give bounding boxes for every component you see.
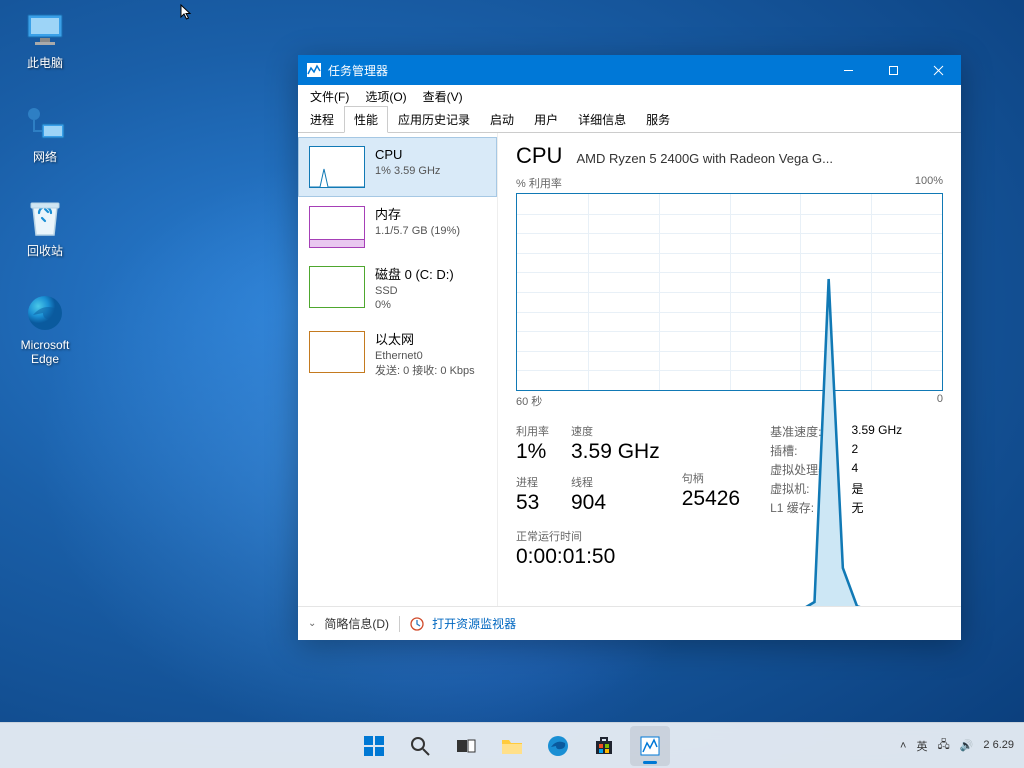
cpu-model: AMD Ryzen 5 2400G with Radeon Vega G... <box>576 151 943 166</box>
desktop-icon-recycle-bin[interactable]: 回收站 <box>8 198 82 258</box>
ethernet-thumb-icon <box>309 331 365 373</box>
separator <box>399 616 400 632</box>
sidebar: CPU 1% 3.59 GHz 内存 1.1/5.7 GB (19%) 磁盘 0… <box>298 133 498 606</box>
open-resource-monitor-link[interactable]: 打开资源监视器 <box>432 615 516 632</box>
resource-monitor-icon <box>410 617 424 631</box>
window-body: CPU 1% 3.59 GHz 内存 1.1/5.7 GB (19%) 磁盘 0… <box>298 133 961 606</box>
window-title: 任务管理器 <box>328 62 826 79</box>
desktop-icon-label: Microsoft Edge <box>8 338 82 367</box>
sidebar-cpu-title: CPU <box>375 146 486 164</box>
taskbar: ˄ 英 🖧 🔊 2 6.29 <box>0 722 1024 768</box>
tab-startup[interactable]: 启动 <box>480 106 524 133</box>
monitor-icon <box>24 10 66 52</box>
app-icon <box>306 62 322 78</box>
tray-volume-icon[interactable]: 🔊 <box>960 739 974 752</box>
task-view-button[interactable] <box>446 726 486 766</box>
axis-label-top-right: 100% <box>915 175 943 191</box>
edge-icon <box>24 292 66 334</box>
titlebar[interactable]: 任务管理器 <box>298 55 961 85</box>
sidebar-cpu-sub: 1% 3.59 GHz <box>375 164 486 179</box>
cpu-chart <box>516 193 943 391</box>
tab-performance[interactable]: 性能 <box>344 106 388 133</box>
tray-network-icon[interactable]: 🖧 <box>937 736 949 755</box>
network-icon <box>24 104 66 146</box>
tabbar: 进程 性能 应用历史记录 启动 用户 详细信息 服务 <box>298 107 961 133</box>
menu-options[interactable]: 选项(O) <box>357 86 414 107</box>
task-manager-window: 任务管理器 文件(F) 选项(O) 查看(V) 进程 性能 应用历史记录 启动 … <box>298 55 961 640</box>
sidebar-item-ethernet[interactable]: 以太网 Ethernet0 发送: 0 接收: 0 Kbps <box>298 322 497 387</box>
chevron-down-icon[interactable]: ⌄ <box>308 618 316 629</box>
sidebar-memory-sub: 1.1/5.7 GB (19%) <box>375 224 486 239</box>
sidebar-net-title: 以太网 <box>375 331 486 349</box>
start-button[interactable] <box>354 726 394 766</box>
task-manager-button[interactable] <box>630 726 670 766</box>
search-button[interactable] <box>400 726 440 766</box>
sidebar-item-cpu[interactable]: CPU 1% 3.59 GHz <box>298 137 497 197</box>
file-explorer-button[interactable] <box>492 726 532 766</box>
sidebar-item-memory[interactable]: 内存 1.1/5.7 GB (19%) <box>298 197 497 257</box>
main-panel: CPU AMD Ryzen 5 2400G with Radeon Vega G… <box>498 133 961 606</box>
cpu-thumb-icon <box>309 146 365 188</box>
sidebar-disk-title: 磁盘 0 (C: D:) <box>375 266 486 284</box>
desktop: 此电脑 网络 回收站 Microsoft Edge 任务管理器 文件(F) 选项… <box>0 0 1024 768</box>
tab-services[interactable]: 服务 <box>636 106 680 133</box>
sidebar-net-sub: Ethernet0 <box>375 349 486 364</box>
edge-button[interactable] <box>538 726 578 766</box>
tray-clock[interactable]: 2 6.29 <box>983 739 1014 752</box>
tray-chevron-icon[interactable]: ˄ <box>900 740 906 752</box>
cursor-icon <box>180 4 196 20</box>
sidebar-disk-sub: SSD <box>375 284 486 299</box>
tab-users[interactable]: 用户 <box>524 106 568 133</box>
cpu-line-icon <box>517 194 942 606</box>
desktop-icon-network[interactable]: 网络 <box>8 104 82 164</box>
memory-thumb-icon <box>309 206 365 248</box>
fewer-details-link[interactable]: 简略信息(D) <box>324 615 389 632</box>
maximize-button[interactable] <box>871 55 916 85</box>
taskbar-center <box>354 726 670 766</box>
disk-thumb-icon <box>309 266 365 308</box>
store-button[interactable] <box>584 726 624 766</box>
axis-label-top-left: % 利用率 <box>516 175 562 191</box>
system-tray[interactable]: ˄ 英 🖧 🔊 2 6.29 <box>900 736 1024 755</box>
menu-file[interactable]: 文件(F) <box>302 86 357 107</box>
menubar: 文件(F) 选项(O) 查看(V) <box>298 85 961 107</box>
tray-lang[interactable]: 英 <box>916 738 927 754</box>
window-footer: ⌄ 简略信息(D) 打开资源监视器 <box>298 606 961 640</box>
desktop-icon-label: 此电脑 <box>8 56 82 70</box>
sidebar-memory-title: 内存 <box>375 206 486 224</box>
tab-processes[interactable]: 进程 <box>300 106 344 133</box>
main-heading: CPU <box>516 143 562 169</box>
sidebar-item-disk[interactable]: 磁盘 0 (C: D:) SSD 0% <box>298 257 497 322</box>
sidebar-net-sub2: 发送: 0 接收: 0 Kbps <box>375 364 486 379</box>
recycle-bin-icon <box>24 198 66 240</box>
menu-view[interactable]: 查看(V) <box>415 86 471 107</box>
minimize-button[interactable] <box>826 55 871 85</box>
desktop-icon-edge[interactable]: Microsoft Edge <box>8 292 82 367</box>
sidebar-disk-sub2: 0% <box>375 298 486 313</box>
close-button[interactable] <box>916 55 961 85</box>
desktop-icon-this-pc[interactable]: 此电脑 <box>8 10 82 70</box>
desktop-icon-label: 网络 <box>8 150 82 164</box>
tab-details[interactable]: 详细信息 <box>568 106 636 133</box>
desktop-icon-label: 回收站 <box>8 244 82 258</box>
tab-app-history[interactable]: 应用历史记录 <box>388 106 480 133</box>
